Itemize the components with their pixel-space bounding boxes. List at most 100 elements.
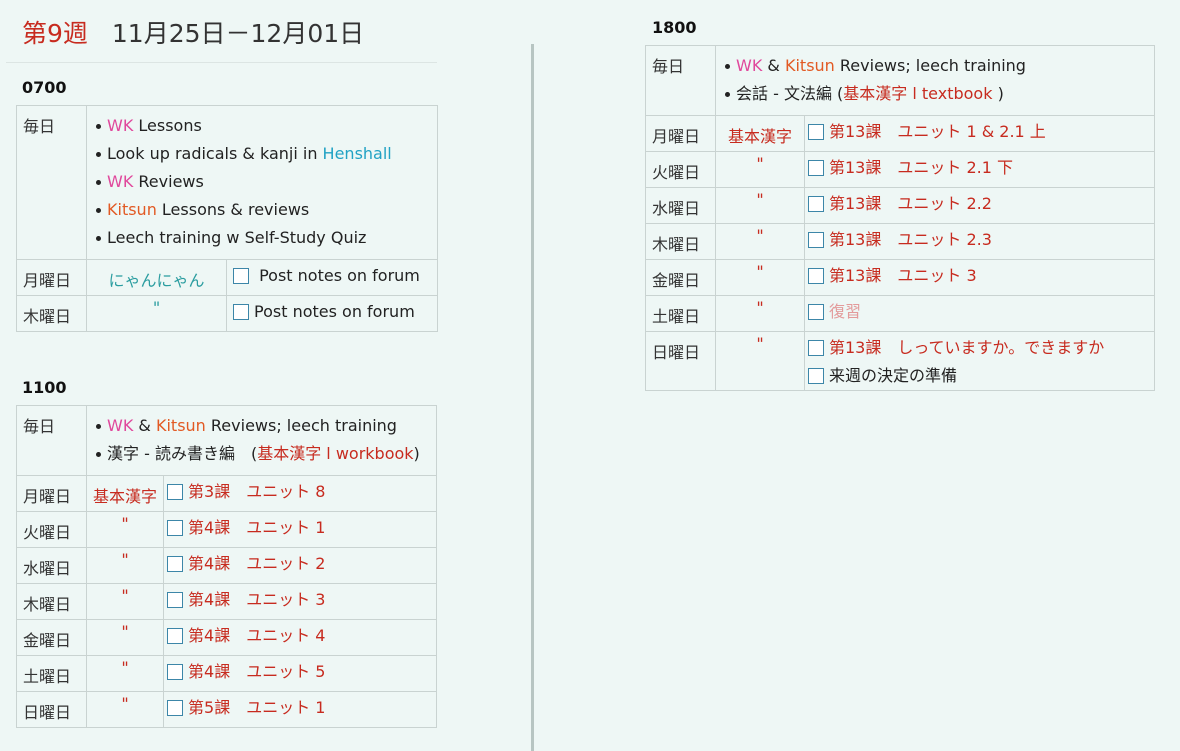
daily-task-list: WK Lessons Look up radicals & kanji in H… (86, 105, 438, 260)
checkbox[interactable] (808, 268, 824, 284)
table-row: 木曜日 " Post notes on forum (16, 295, 438, 332)
list-item: 漢字 - 読み書き編 (基本漢字 l workbook) (93, 440, 430, 468)
checkbox[interactable] (808, 304, 824, 320)
checkbox[interactable] (808, 368, 824, 384)
category-cell: にゃんにゃん (86, 259, 227, 296)
table-row: 金曜日 " 第4課 ユニット 4 (16, 619, 437, 656)
checkbox[interactable] (167, 700, 184, 716)
checkbox[interactable] (167, 664, 184, 680)
checkbox[interactable] (167, 520, 184, 536)
list-item: WK Lessons (93, 112, 431, 140)
table-row: 水曜日 " 第13課 ユニット 2.2 (645, 187, 1155, 224)
checkbox[interactable] (167, 556, 184, 572)
task-cell: 第3課 ユニット 8 (163, 475, 437, 512)
task-line: 第13課 ユニット 2.3 (808, 226, 1148, 254)
list-item: WK Reviews (93, 168, 431, 196)
slot-1800-week-table: 月曜日 基本漢字 第13課 ユニット 1 & 2.1 上火曜日 " 第13課 ユニット … (645, 115, 1155, 391)
task-cell: 第4課 ユニット 4 (163, 619, 437, 656)
task-cell: 第4課 ユニット 1 (163, 511, 437, 548)
task-label: 第13課 ユニット 2.1 下 (829, 158, 1013, 177)
category-cell: 基本漢字 (85, 475, 165, 512)
task-line: 第4課 ユニット 4 (167, 622, 430, 650)
task-label: 第4課 ユニット 2 (188, 554, 326, 573)
day-cell: 月曜日 (645, 115, 716, 152)
table-row: 土曜日 " 第4課 ユニット 5 (16, 655, 437, 692)
table-row: 火曜日 " 第4課 ユニット 1 (16, 511, 437, 548)
slot-1100-week-table: 月曜日 基本漢字 第3課 ユニット 8 火曜日 " 第4課 ユニット 1 水曜日 " 第4課 ユ… (16, 475, 437, 728)
day-cell: 土曜日 (645, 295, 716, 332)
task-line: 第13課 ユニット 1 & 2.1 上 (808, 118, 1148, 146)
task-line: 第13課 ユニット 2.2 (808, 190, 1148, 218)
checkbox[interactable] (167, 592, 184, 608)
checkbox[interactable] (808, 196, 824, 212)
task-label: 復習 (829, 302, 862, 321)
task-cell: 第13課 ユニット 2.2 (804, 187, 1155, 224)
slot-1100-daily-table: 毎日 WK & Kitsun Reviews; leech training 漢… (16, 405, 437, 476)
checkbox[interactable] (233, 268, 249, 284)
list-item: Kitsun Lessons & reviews (93, 196, 431, 224)
task-label: 第4課 ユニット 4 (188, 626, 326, 645)
category-cell: " (85, 691, 165, 728)
day-cell: 金曜日 (645, 259, 716, 296)
category-cell: 基本漢字 (715, 115, 805, 152)
task-label: 第13課 ユニット 2.3 (829, 230, 992, 249)
slot-0700-daily-table: 毎日 WK Lessons Look up radicals & kanji i… (16, 105, 438, 260)
task-label: 第13課 しっていますか。できますか (829, 338, 1105, 357)
page-title: 第9週 11月25日－12月01日 (22, 14, 364, 50)
list-item: Leech training w Self-Study Quiz (93, 224, 431, 252)
task-label: 来週の決定の準備 (829, 366, 958, 385)
task-label: 第13課 ユニット 2.2 (829, 194, 992, 213)
task-line: 第5課 ユニット 1 (167, 694, 430, 722)
day-cell: 水曜日 (645, 187, 716, 224)
task-line: 第4課 ユニット 3 (167, 586, 430, 614)
task-label: 第4課 ユニット 1 (188, 518, 326, 537)
task-label: 第13課 ユニット 1 & 2.1 上 (829, 122, 1046, 141)
task-label: 第4課 ユニット 3 (188, 590, 326, 609)
task-cell: 第13課 ユニット 3 (804, 259, 1155, 296)
daily-label: 毎日 (16, 405, 87, 476)
task-line: 来週の決定の準備 (808, 362, 1148, 390)
task-cell: 第4課 ユニット 2 (163, 547, 437, 584)
henshall-link[interactable]: Henshall (323, 144, 392, 163)
table-row: 木曜日 " 第4課 ユニット 3 (16, 583, 437, 620)
checkbox[interactable] (808, 340, 824, 356)
task-line: 第13課 ユニット 2.1 下 (808, 154, 1148, 182)
table-row: 木曜日 " 第13課 ユニット 2.3 (645, 223, 1155, 260)
checkbox[interactable] (167, 628, 184, 644)
task-line: 第4課 ユニット 1 (167, 514, 430, 542)
slot-0700-week-table: 月曜日 にゃんにゃん Post notes on forum 木曜日 " Pos… (16, 259, 438, 332)
task-cell: Post notes on forum (226, 295, 438, 332)
checkbox[interactable] (808, 232, 824, 248)
category-cell: " (715, 151, 805, 188)
day-cell: 月曜日 (16, 259, 87, 296)
slot-0700-heading: 0700 (22, 78, 67, 97)
task-cell: 第13課 ユニット 2.3 (804, 223, 1155, 260)
checkbox[interactable] (808, 160, 824, 176)
task-label: 第4課 ユニット 5 (188, 662, 326, 681)
day-cell: 木曜日 (645, 223, 716, 260)
table-row: 月曜日 基本漢字 第3課 ユニット 8 (16, 475, 437, 512)
table-row: 月曜日 基本漢字 第13課 ユニット 1 & 2.1 上 (645, 115, 1155, 152)
category-cell: " (715, 259, 805, 296)
table-row: 土曜日 " 復習 (645, 295, 1155, 332)
category-cell: " (85, 619, 165, 656)
task-label: 第5課 ユニット 1 (188, 698, 326, 717)
day-cell: 土曜日 (16, 655, 87, 692)
column-divider (531, 44, 534, 751)
task-cell: 第13課 しっていますか。できますか 来週の決定の準備 (804, 331, 1155, 391)
day-cell: 火曜日 (16, 511, 87, 548)
table-row: 金曜日 " 第13課 ユニット 3 (645, 259, 1155, 296)
checkbox[interactable] (808, 124, 824, 140)
day-cell: 火曜日 (645, 151, 716, 188)
category-cell: " (85, 583, 165, 620)
task-cell: 第13課 ユニット 2.1 下 (804, 151, 1155, 188)
day-cell: 木曜日 (16, 295, 87, 332)
day-cell: 月曜日 (16, 475, 87, 512)
checkbox[interactable] (233, 304, 249, 320)
task-cell: 第5課 ユニット 1 (163, 691, 437, 728)
day-cell: 木曜日 (16, 583, 87, 620)
checkbox[interactable] (167, 484, 184, 500)
list-item: 会話 - 文法編 (基本漢字 l textbook ) (722, 80, 1148, 108)
task-line: 第4課 ユニット 5 (167, 658, 430, 686)
slot-1800-daily-table: 毎日 WK & Kitsun Reviews; leech training 会… (645, 45, 1155, 116)
